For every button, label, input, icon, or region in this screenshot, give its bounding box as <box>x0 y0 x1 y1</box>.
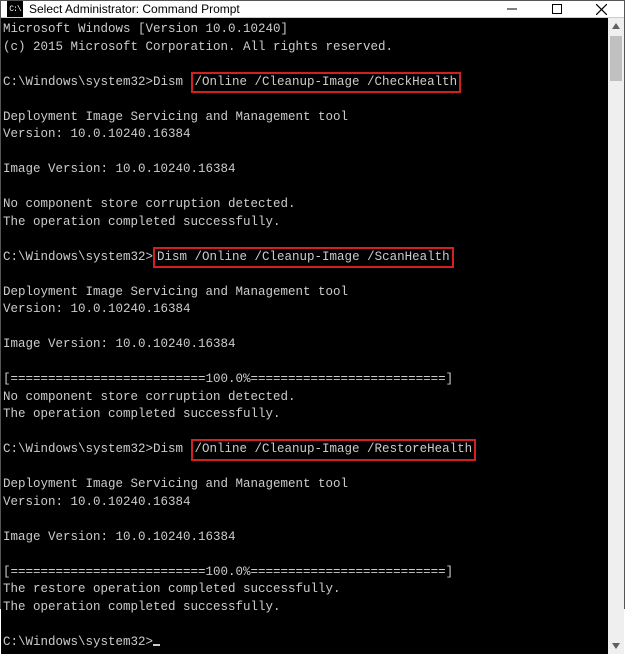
output-line: The restore operation completed successf… <box>3 582 341 596</box>
output-line: Deployment Image Servicing and Managemen… <box>3 110 348 124</box>
client-area: Microsoft Windows [Version 10.0.10240] (… <box>1 18 624 654</box>
output-line: Microsoft Windows [Version 10.0.10240] <box>3 22 288 36</box>
output-line: (c) 2015 Microsoft Corporation. All righ… <box>3 40 393 54</box>
titlebar[interactable]: C:\ Select Administrator: Command Prompt <box>1 1 624 18</box>
output-line: Version: 10.0.10240.16384 <box>3 127 191 141</box>
cursor <box>153 644 160 646</box>
highlight-box-checkhealth: /Online /Cleanup-Image /CheckHealth <box>191 72 462 94</box>
scroll-up-arrow-icon[interactable] <box>608 18 624 34</box>
output-line: C:\Windows\system32> <box>3 635 153 649</box>
scroll-down-arrow-icon[interactable] <box>608 638 624 654</box>
output-line: C:\Windows\system32>Dism <box>3 442 191 456</box>
output-line: [==========================100.0%=======… <box>3 372 453 386</box>
highlight-box-restorehealth: /Online /Cleanup-Image /RestoreHealth <box>191 439 477 461</box>
output-line: Deployment Image Servicing and Managemen… <box>3 477 348 491</box>
output-line: Deployment Image Servicing and Managemen… <box>3 285 348 299</box>
close-button[interactable] <box>579 1 624 17</box>
output-line: The operation completed successfully. <box>3 215 281 229</box>
maximize-button[interactable] <box>534 1 579 17</box>
vertical-scrollbar[interactable] <box>608 18 624 654</box>
command-prompt-window: C:\ Select Administrator: Command Prompt… <box>0 0 625 609</box>
window-controls <box>489 1 624 17</box>
output-line: The operation completed successfully. <box>3 600 281 614</box>
minimize-button[interactable] <box>489 1 534 17</box>
output-line: Image Version: 10.0.10240.16384 <box>3 162 236 176</box>
scroll-thumb[interactable] <box>610 36 622 81</box>
output-line: Version: 10.0.10240.16384 <box>3 495 191 509</box>
output-line: No component store corruption detected. <box>3 390 296 404</box>
output-line: C:\Windows\system32>Dism <box>3 75 191 89</box>
cmd-icon: C:\ <box>7 1 23 17</box>
output-line: Image Version: 10.0.10240.16384 <box>3 530 236 544</box>
output-line: No component store corruption detected. <box>3 197 296 211</box>
output-line: The operation completed successfully. <box>3 407 281 421</box>
cmd-icon-label: C:\ <box>9 5 20 14</box>
highlight-box-scanhealth: Dism /Online /Cleanup-Image /ScanHealth <box>153 247 454 269</box>
output-line: Version: 10.0.10240.16384 <box>3 302 191 316</box>
window-title: Select Administrator: Command Prompt <box>29 2 489 16</box>
output-line: C:\Windows\system32> <box>3 250 153 264</box>
output-line: [==========================100.0%=======… <box>3 565 453 579</box>
terminal-output[interactable]: Microsoft Windows [Version 10.0.10240] (… <box>1 18 608 654</box>
output-line: Image Version: 10.0.10240.16384 <box>3 337 236 351</box>
